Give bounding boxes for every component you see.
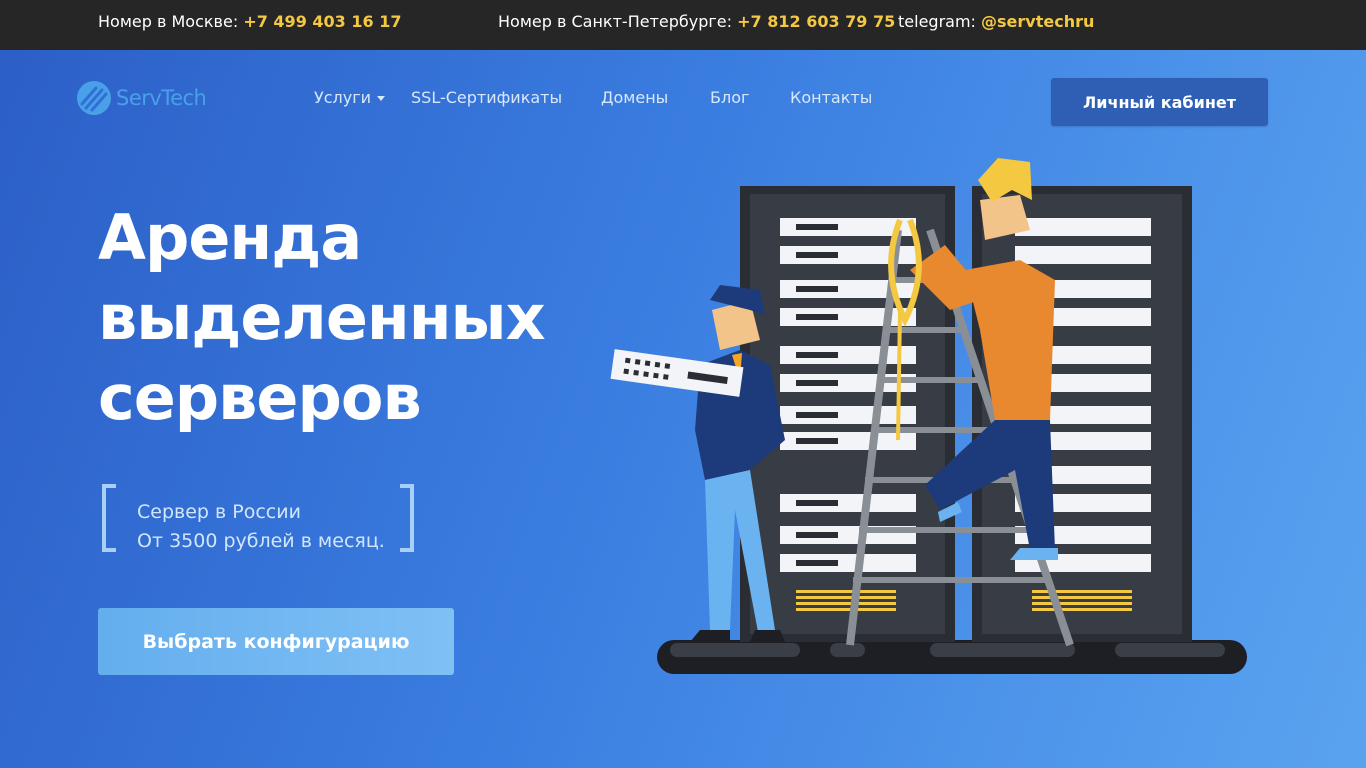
price-info: Сервер в России От 3500 рублей в месяц.	[102, 484, 414, 552]
telegram-contact: telegram: @servtechru	[898, 12, 1094, 31]
spb-phone-link[interactable]: +7 812 603 79 75	[737, 12, 895, 31]
nav-item-domains[interactable]: Домены	[601, 88, 668, 107]
hero-title-line: Аренда	[98, 201, 362, 274]
nav-item-label: Услуги	[314, 88, 372, 107]
logo-text: ServTech	[116, 86, 207, 110]
nav-item-ssl[interactable]: SSL-Сертификаты	[411, 88, 562, 107]
bracket-left	[102, 484, 116, 552]
spb-label: Номер в Санкт-Петербурге:	[498, 12, 733, 31]
servtech-logo-icon	[77, 81, 111, 115]
hero-title: Аренда выделенных серверов	[98, 198, 546, 438]
site-logo[interactable]: ServTech	[74, 78, 207, 118]
nav-item-blog[interactable]: Блог	[710, 88, 749, 107]
moscow-label: Номер в Москве:	[98, 12, 239, 31]
moscow-phone-link[interactable]: +7 499 403 16 17	[243, 12, 401, 31]
info-line: Сервер в России	[137, 501, 301, 523]
hero-title-line: серверов	[98, 361, 422, 434]
top-contact-bar: Номер в Москве: +7 499 403 16 17 Номер в…	[0, 0, 1366, 50]
moscow-contact: Номер в Москве: +7 499 403 16 17	[98, 12, 401, 31]
hero-section: ServTech Услуги SSL-Сертификаты Домены Б…	[0, 50, 1366, 768]
nav-item-contacts[interactable]: Контакты	[790, 88, 872, 107]
nav-item-services[interactable]: Услуги	[314, 88, 386, 107]
telegram-label: telegram:	[898, 12, 976, 31]
telegram-link[interactable]: @servtechru	[981, 12, 1094, 31]
price-info-text: Сервер в России От 3500 рублей в месяц.	[137, 498, 385, 556]
info-line: От 3500 рублей в месяц.	[137, 530, 385, 552]
server-room-illustration	[610, 158, 1247, 674]
chevron-down-icon	[377, 96, 386, 101]
hero-title-line: выделенных	[98, 281, 546, 354]
bracket-right	[400, 484, 414, 552]
choose-configuration-button[interactable]: Выбрать конфигурацию	[98, 608, 454, 675]
personal-cabinet-button[interactable]: Личный кабинет	[1051, 78, 1268, 126]
spb-contact: Номер в Санкт-Петербурге: +7 812 603 79 …	[498, 12, 895, 31]
